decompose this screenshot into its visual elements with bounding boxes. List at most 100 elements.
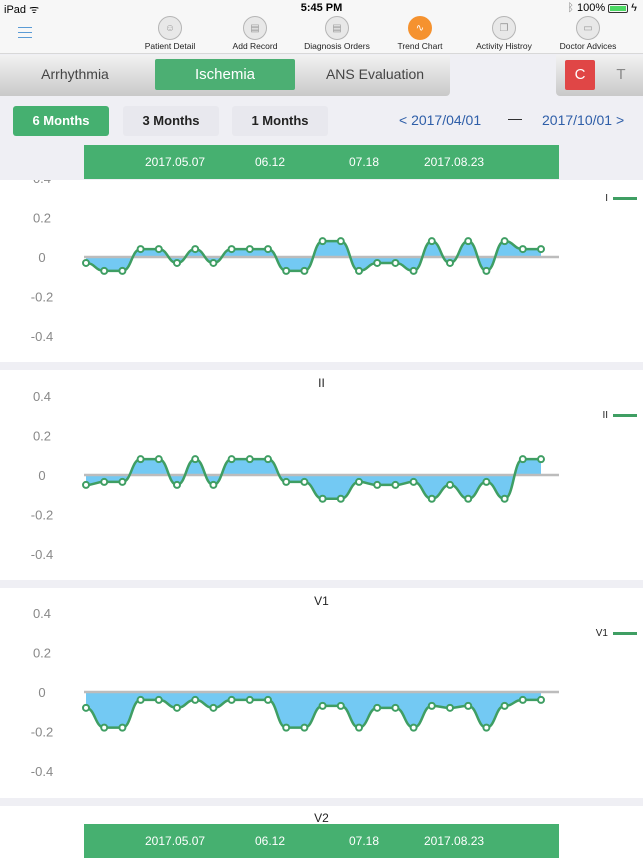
data-point bbox=[482, 477, 491, 486]
y-tick-label: 0.4 bbox=[33, 180, 51, 186]
nav-add-record[interactable]: ▤ Add Record bbox=[210, 16, 300, 51]
data-point bbox=[537, 455, 545, 464]
data-point bbox=[300, 266, 309, 275]
end-date-next-button[interactable]: 2017/10/01 > bbox=[542, 112, 624, 128]
chart-panel-ii: II 0.4 0.2 0 -0.2 -0.4 II bbox=[0, 370, 643, 580]
nav-diagnosis-orders[interactable]: ▤ Diagnosis Orders bbox=[292, 16, 382, 51]
data-point bbox=[355, 723, 363, 732]
y-tick-label: 0.2 bbox=[33, 645, 51, 660]
data-point bbox=[518, 245, 527, 254]
data-point bbox=[464, 237, 473, 246]
data-point bbox=[409, 477, 418, 486]
legend-label: II bbox=[602, 410, 608, 421]
data-point bbox=[500, 237, 509, 246]
status-bar: iPad ᯤ 5:45 PM ᛒ 100% ϟ bbox=[0, 0, 643, 16]
data-point bbox=[154, 245, 163, 254]
hamburger-menu-icon[interactable] bbox=[18, 27, 32, 39]
tab-ischemia[interactable]: Ischemia bbox=[155, 59, 295, 90]
category-tabbar: Arrhythmia Ischemia ANS Evaluation bbox=[0, 55, 450, 96]
chart-panel-v1: V1 0.4 0.2 0 -0.2 -0.4 V1 bbox=[0, 588, 643, 798]
data-point bbox=[300, 723, 309, 732]
document-icon: ▤ bbox=[325, 16, 349, 40]
tab-arrhythmia[interactable]: Arrhythmia bbox=[0, 59, 150, 90]
data-point bbox=[391, 480, 400, 489]
person-icon: ☺ bbox=[158, 16, 182, 40]
date-label: 07.18 bbox=[349, 834, 380, 848]
data-point bbox=[518, 455, 527, 464]
data-point bbox=[173, 480, 181, 489]
y-tick-label: 0.4 bbox=[33, 606, 51, 621]
data-point bbox=[464, 494, 473, 503]
start-date-prev-button[interactable]: < 2017/04/01 bbox=[399, 112, 481, 128]
chart-v1: 0.4 0.2 0 -0.2 -0.4 bbox=[31, 606, 559, 779]
data-point bbox=[154, 455, 163, 464]
nav-trend-chart[interactable]: ∿ Trend Chart bbox=[375, 16, 465, 51]
data-point bbox=[409, 723, 418, 732]
nav-activity-histroy[interactable]: ❐ Activity Histroy bbox=[459, 16, 549, 51]
mode-t-button[interactable]: T bbox=[606, 60, 636, 90]
date-label: 2017.05.07 bbox=[145, 834, 206, 848]
y-tick-label: -0.4 bbox=[31, 764, 53, 779]
top-toolbar: ☺ Patient Detail ▤ Add Record ▤ Diagnosis Ord… bbox=[0, 16, 643, 54]
date-band-top: 2017.05.07 06.12 07.18 2017.08.23 bbox=[84, 145, 559, 179]
data-point bbox=[264, 245, 272, 254]
data-point bbox=[173, 258, 181, 267]
data-point bbox=[118, 266, 127, 275]
charging-icon: ϟ bbox=[631, 2, 637, 14]
date-label: 07.18 bbox=[349, 155, 380, 169]
date-band-bottom: 2017.05.07 06.12 07.18 2017.08.23 bbox=[84, 824, 559, 858]
legend-i: I bbox=[605, 193, 637, 204]
data-point bbox=[391, 703, 400, 712]
data-point bbox=[427, 701, 436, 710]
y-tick-label: 0.4 bbox=[33, 389, 51, 404]
nav-patient-detail[interactable]: ☺ Patient Detail bbox=[125, 16, 215, 51]
date-separator: — bbox=[508, 110, 522, 126]
battery-icon bbox=[608, 3, 629, 13]
data-point bbox=[336, 494, 345, 503]
data-point bbox=[118, 723, 127, 732]
nav-label: Activity Histroy bbox=[476, 41, 532, 51]
data-point bbox=[427, 494, 436, 503]
trend-chart-icon: ∿ bbox=[408, 16, 432, 40]
y-tick-label: -0.2 bbox=[31, 290, 53, 305]
data-point bbox=[373, 480, 382, 489]
data-point bbox=[355, 266, 363, 275]
nav-label: Trend Chart bbox=[397, 41, 443, 51]
y-tick-label: 0.2 bbox=[33, 210, 51, 225]
range-1-months-button[interactable]: 1 Months bbox=[232, 106, 328, 136]
legend-label: V1 bbox=[595, 628, 608, 639]
data-point bbox=[446, 258, 454, 267]
data-point bbox=[300, 477, 309, 486]
data-point bbox=[537, 245, 545, 254]
data-point bbox=[245, 695, 254, 704]
y-tick-label: 0.2 bbox=[33, 428, 51, 443]
data-point bbox=[282, 723, 291, 732]
data-point bbox=[391, 258, 400, 267]
nav-doctor-advices[interactable]: ▭ Doctor Advices bbox=[543, 16, 633, 51]
tab-ans-evaluation[interactable]: ANS Evaluation bbox=[300, 59, 450, 90]
date-label: 2017.05.07 bbox=[145, 155, 206, 169]
y-tick-label: 0 bbox=[38, 468, 45, 483]
data-point bbox=[82, 258, 90, 267]
y-tick-label: -0.4 bbox=[31, 329, 53, 344]
legend-swatch bbox=[613, 197, 637, 200]
mode-toggle: C T bbox=[556, 55, 643, 96]
data-point bbox=[427, 237, 436, 246]
y-tick-label: 0 bbox=[38, 685, 45, 700]
data-point bbox=[464, 701, 473, 710]
nav-label: Doctor Advices bbox=[559, 41, 617, 51]
battery-percent: 100% bbox=[577, 2, 606, 14]
data-point bbox=[100, 723, 109, 732]
range-6-months-button[interactable]: 6 Months bbox=[13, 106, 109, 136]
data-point bbox=[227, 695, 236, 704]
data-point bbox=[191, 695, 200, 704]
data-point bbox=[518, 695, 527, 704]
legend-v1: V1 bbox=[596, 628, 637, 639]
data-point bbox=[373, 703, 382, 712]
data-point bbox=[318, 494, 327, 503]
mode-c-button[interactable]: C bbox=[565, 60, 595, 90]
date-label: 06.12 bbox=[255, 834, 286, 848]
range-3-months-button[interactable]: 3 Months bbox=[123, 106, 219, 136]
data-point bbox=[373, 258, 382, 267]
data-point bbox=[336, 237, 345, 246]
